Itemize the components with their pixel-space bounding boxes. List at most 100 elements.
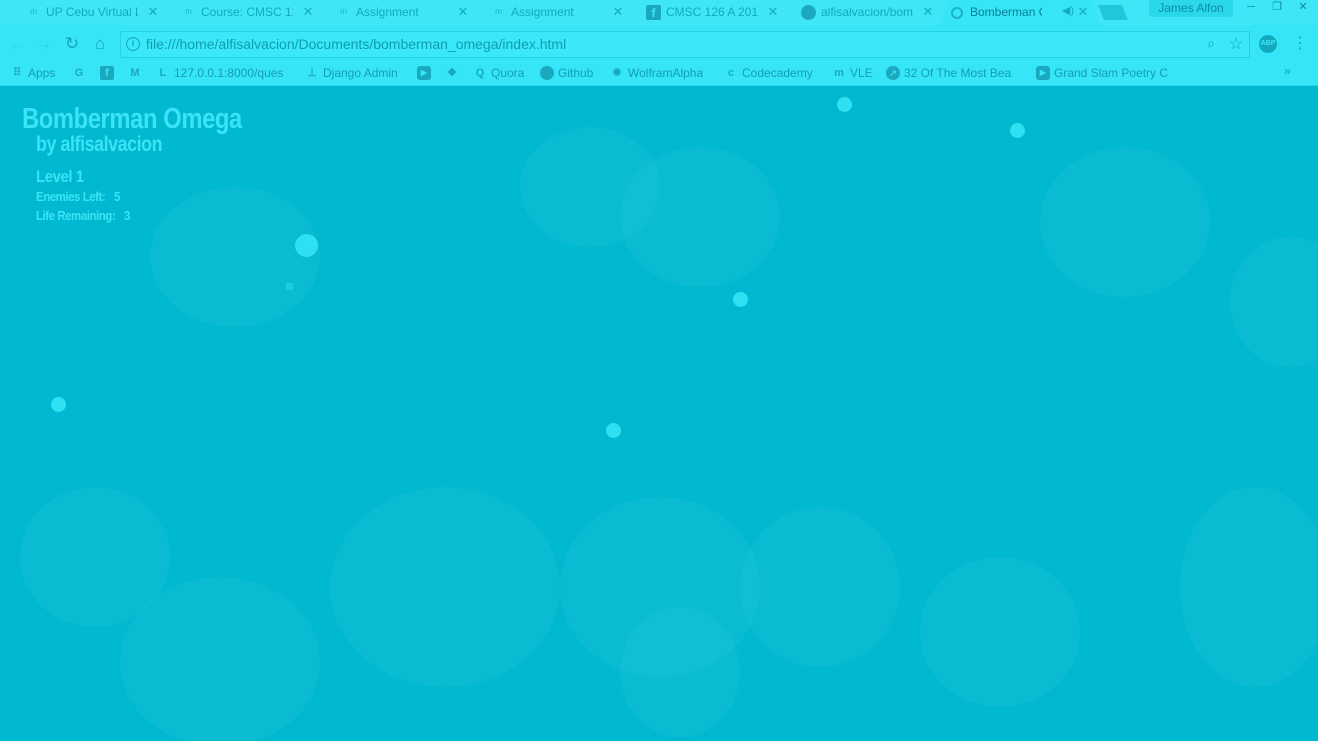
life-remaining-value: 3 — [124, 208, 130, 223]
new-tab-button[interactable] — [1098, 5, 1128, 20]
close-tab-icon[interactable]: ✕ — [146, 4, 160, 19]
adblock-plus-icon[interactable]: ABP — [1259, 35, 1277, 53]
close-window-icon[interactable]: ✕ — [1291, 0, 1315, 16]
background-blob — [1230, 237, 1318, 367]
restore-icon[interactable]: ❐ — [1265, 0, 1289, 16]
enemies-left-value: 5 — [114, 189, 121, 204]
particle — [606, 423, 621, 438]
youtube-icon: ▶ — [1036, 66, 1050, 80]
local-server-icon: L — [159, 67, 167, 79]
page-info-icon[interactable]: i — [126, 37, 140, 51]
tab-github-repo[interactable]: alfisalvacion/bomberman ✕ — [785, 0, 945, 25]
bookmark-quora[interactable]: Q Quora — [473, 65, 525, 81]
codecademy-icon: c — [727, 67, 735, 79]
bookmark-32-most-beautiful[interactable]: ↗ 32 Of The Most Bea — [886, 65, 1024, 81]
moodle-icon: ᵐ — [495, 5, 502, 20]
django-icon: ⊥ — [307, 67, 317, 79]
back-button[interactable]: ← — [7, 34, 27, 54]
level-label: Level — [36, 167, 73, 186]
bookmark-wolframalpha[interactable]: ✹ WolframAlpha — [610, 65, 703, 81]
browser-menu-icon[interactable]: ⋮ — [1292, 34, 1308, 54]
bookmark-apps[interactable]: ⠿ Apps — [10, 65, 55, 81]
particle — [733, 292, 748, 307]
forward-button[interactable]: → — [34, 34, 54, 54]
bookmark-gmail[interactable]: M — [128, 65, 142, 81]
bookmark-github[interactable]: Github — [540, 65, 593, 81]
stack-icon: ❖ — [447, 67, 457, 79]
tab-assignment-1[interactable]: ᵐ Assignment ✕ — [320, 0, 480, 25]
wolfram-icon: ✹ — [612, 67, 622, 79]
youtube-icon: ▶ — [417, 66, 431, 80]
search-icon[interactable]: ⌕ — [1203, 35, 1219, 53]
game-canvas[interactable]: Bomberman Omega by alfisalvacion Level 1… — [0, 87, 1318, 741]
url-text[interactable]: file:///home/alfisalvacion/Documents/bom… — [146, 36, 566, 53]
bookmark-grand-slam-poetry[interactable]: ▶ Grand Slam Poetry C — [1036, 65, 1174, 81]
home-button[interactable]: ⌂ — [90, 34, 110, 54]
particle — [51, 397, 66, 412]
background-blob — [1180, 487, 1318, 687]
level-indicator: Level 1 — [36, 167, 84, 187]
close-tab-icon[interactable]: ✕ — [456, 4, 470, 19]
minimize-icon[interactable]: ─ — [1239, 0, 1263, 16]
bookmarks-overflow-button[interactable]: » — [1284, 64, 1298, 80]
github-icon — [801, 5, 816, 20]
close-tab-icon[interactable]: ✕ — [766, 4, 780, 19]
particle — [837, 97, 852, 112]
audio-playing-icon[interactable]: ◀) — [1062, 4, 1074, 17]
moodle-icon: ᵐ — [185, 5, 192, 20]
bookmark-google[interactable]: G — [72, 65, 86, 81]
level-value: 1 — [75, 167, 84, 186]
tab-course-cmsc[interactable]: ᵐ Course: CMSC 126 ✕ — [165, 0, 325, 25]
github-icon — [540, 66, 554, 80]
close-tab-icon[interactable]: ✕ — [1076, 4, 1090, 19]
close-tab-icon[interactable]: ✕ — [301, 4, 315, 19]
tab-title: Course: CMSC 126 — [201, 5, 293, 19]
page-icon — [951, 7, 963, 19]
tab-title: Assignment — [356, 5, 419, 19]
background-blob — [740, 507, 900, 667]
profile-button[interactable]: James Alfon — [1149, 0, 1233, 17]
moodle-icon: ᵐ — [30, 5, 37, 20]
facebook-icon: f — [100, 66, 114, 80]
bookmark-django-admin[interactable]: ⊥ Django Admin — [305, 65, 398, 81]
reload-button[interactable]: ↻ — [62, 34, 82, 54]
bookmark-local-server[interactable]: L 127.0.0.1:8000/ques — [156, 65, 290, 81]
moodle-icon: ᵐ — [340, 5, 347, 20]
tab-bomberman-omega[interactable]: Bomberman Omega ◀) ✕ — [940, 0, 1100, 25]
close-tab-icon[interactable]: ✕ — [921, 4, 935, 19]
facebook-icon: f — [646, 5, 661, 20]
bookmark-youtube[interactable]: ▶ — [417, 65, 431, 81]
background-blob — [920, 557, 1080, 707]
tab-title: Bomberman Omega — [970, 5, 1042, 19]
life-remaining-label: Life Remaining: — [36, 208, 116, 223]
tab-strip: ᵐ UP Cebu Virtual Learning Environment ✕… — [0, 0, 1318, 25]
life-remaining-row: Life Remaining: 3 — [36, 208, 130, 223]
background-blob — [120, 577, 320, 741]
enemies-left-label: Enemies Left: — [36, 189, 106, 204]
bookmark-vle[interactable]: m VLE — [832, 65, 873, 81]
gmail-icon: M — [130, 67, 140, 79]
tab-title: alfisalvacion/bomberman — [821, 5, 913, 19]
feed-icon: ↗ — [886, 66, 900, 80]
game-author: by alfisalvacion — [36, 133, 163, 156]
game-title: Bomberman Omega — [22, 103, 242, 135]
close-tab-icon[interactable]: ✕ — [611, 4, 625, 19]
particle — [1010, 123, 1025, 138]
tab-title: Assignment — [511, 5, 574, 19]
bookmark-facebook[interactable]: f — [100, 65, 114, 81]
tab-up-cebu-vle[interactable]: ᵐ UP Cebu Virtual Learning Environment ✕ — [10, 0, 170, 25]
background-blob — [150, 187, 320, 327]
enemies-left-row: Enemies Left: 5 — [36, 189, 120, 204]
tab-facebook-cmsc[interactable]: f CMSC 126 A 2017 ✕ — [630, 0, 790, 25]
bookmark-codecademy[interactable]: c Codecademy — [724, 65, 813, 81]
background-blob — [620, 147, 780, 287]
bookmark-stack[interactable]: ❖ — [445, 65, 459, 81]
tab-title: CMSC 126 A 2017 — [666, 5, 758, 19]
background-blob — [620, 607, 740, 737]
bookmark-star-icon[interactable]: ☆ — [1228, 34, 1244, 53]
particle — [295, 234, 318, 257]
google-icon: G — [74, 67, 84, 79]
particle — [286, 283, 293, 290]
tab-assignment-2[interactable]: ᵐ Assignment ✕ — [475, 0, 635, 25]
tab-title: UP Cebu Virtual Learning Environment — [46, 5, 138, 19]
